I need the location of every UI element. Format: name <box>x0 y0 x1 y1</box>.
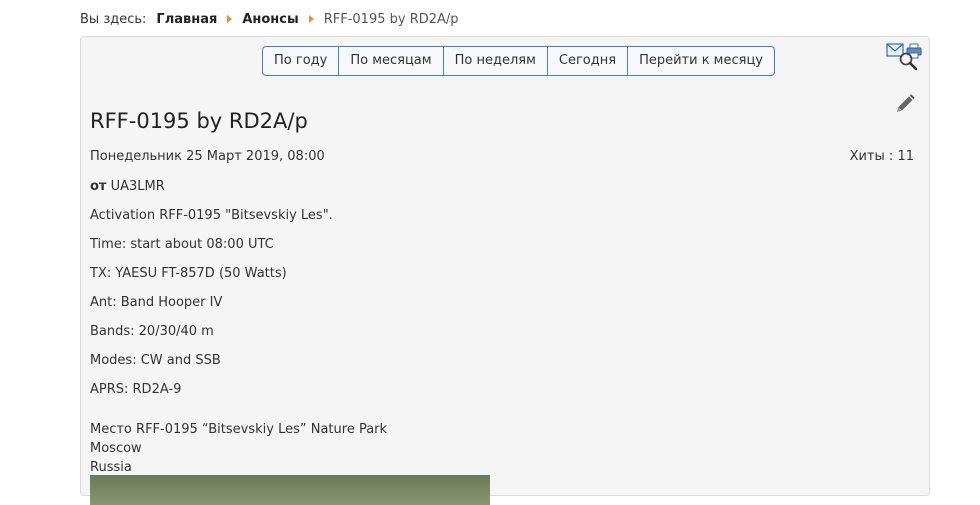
breadcrumb-here-label: Вы здесь: <box>80 11 147 27</box>
location-place-line: Место RFF-0195 “Bitsevskiy Les” Nature P… <box>90 420 387 439</box>
event-author: от UA3LMR <box>90 179 333 208</box>
author-value: UA3LMR <box>110 179 165 194</box>
breadcrumb-home-link[interactable]: Главная <box>156 12 217 27</box>
event-tools <box>886 43 924 71</box>
search-icon[interactable] <box>898 51 918 71</box>
view-by-year-button[interactable]: По году <box>263 47 338 75</box>
hits-value: 11 <box>897 149 914 164</box>
event-line: Ant: Band Hooper IV <box>90 295 223 310</box>
hits-label: Хиты : <box>849 149 894 164</box>
breadcrumb-current: RFF-0195 by RD2A/p <box>323 11 459 27</box>
breadcrumb-announcements-link[interactable]: Анонсы <box>242 12 298 27</box>
event-line: Modes: CW and SSB <box>90 353 221 368</box>
location-label: Место <box>90 422 132 437</box>
event-line: APRS: RD2A-9 <box>90 382 182 397</box>
location-place: RFF-0195 “Bitsevskiy Les” Nature Park <box>136 422 388 437</box>
event-date: Понедельник 25 Март 2019, 08:00 <box>90 149 325 164</box>
event-title: RFF-0195 by RD2A/p <box>90 109 308 133</box>
view-today-button[interactable]: Сегодня <box>546 47 627 75</box>
event-line: Bands: 20/30/40 m <box>90 324 214 339</box>
go-to-month-button[interactable]: Перейти к месяцу <box>627 47 774 75</box>
event-line: Time: start about 08:00 UTC <box>90 237 274 252</box>
location-city: Moscow <box>90 441 142 456</box>
location-map[interactable] <box>90 475 490 505</box>
event-hits: Хиты : 11 <box>850 149 914 164</box>
view-by-week-button[interactable]: По неделям <box>442 47 547 75</box>
calendar-view-nav: По году По месяцам По неделям Сегодня Пе… <box>262 46 775 76</box>
event-line: Activation RFF-0195 "Bitsevskiy Les". <box>90 208 333 223</box>
event-location: Место RFF-0195 “Bitsevskiy Les” Nature P… <box>90 420 387 477</box>
breadcrumb: Вы здесь: Главная Анонсы RFF-0195 by RD2… <box>80 10 459 28</box>
event-panel: По году По месяцам По неделям Сегодня Пе… <box>80 36 930 505</box>
edit-pencil-icon[interactable] <box>894 93 916 115</box>
view-by-month-button[interactable]: По месяцам <box>338 47 442 75</box>
event-line: TX: YAESU FT-857D (50 Watts) <box>90 266 287 281</box>
breadcrumb-arrow-icon <box>227 15 233 23</box>
event-body: от UA3LMR Activation RFF-0195 "Bitsevski… <box>90 179 333 411</box>
author-label: от <box>90 179 107 194</box>
breadcrumb-arrow-icon <box>308 15 314 23</box>
